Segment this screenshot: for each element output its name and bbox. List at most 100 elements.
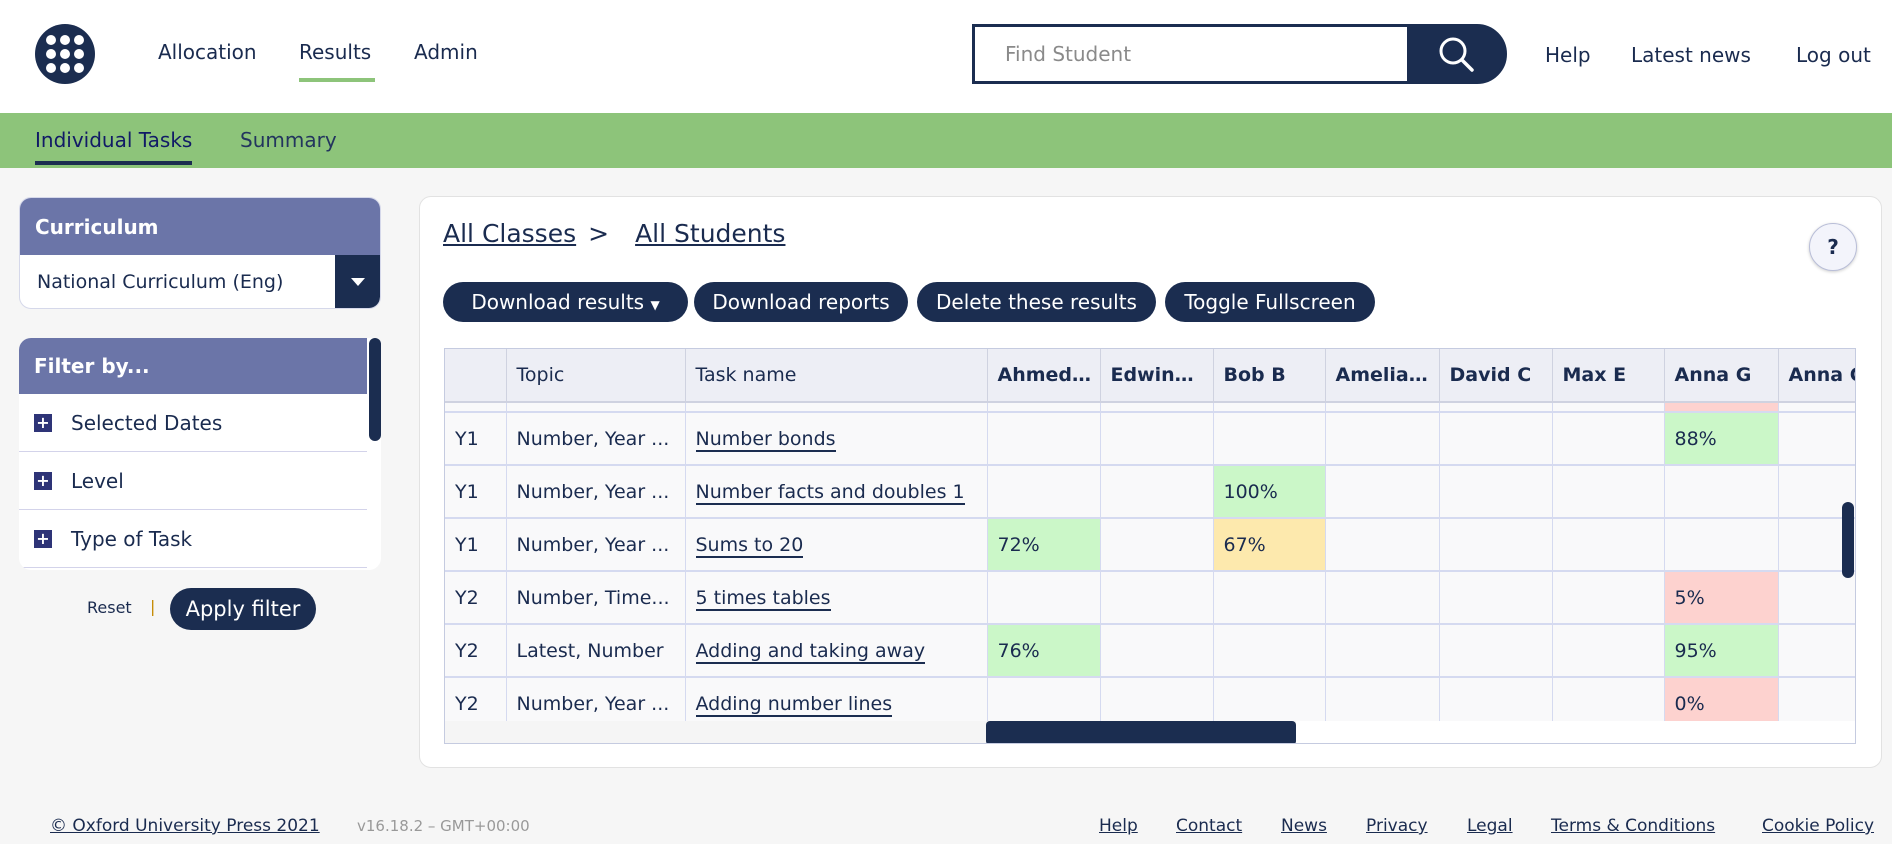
vertical-scrollbar-thumb[interactable] <box>1842 502 1854 578</box>
filter-scrollbar[interactable] <box>369 338 381 441</box>
score-cell[interactable]: 88% <box>1664 412 1779 466</box>
score-cell[interactable]: 72% <box>987 518 1101 572</box>
score-cell <box>1552 571 1665 625</box>
toggle-fullscreen-button[interactable]: Toggle Fullscreen <box>1165 282 1375 322</box>
score-cell <box>1439 412 1553 466</box>
score-cell <box>1552 412 1665 466</box>
score-cell[interactable]: 5% <box>1664 571 1779 625</box>
score-cell <box>1325 624 1440 678</box>
score-cell <box>1100 412 1214 466</box>
footer-terms-link[interactable]: Terms & Conditions <box>1551 816 1715 836</box>
column-header[interactable]: David C <box>1439 349 1553 403</box>
table-cell <box>445 402 507 413</box>
curriculum-select[interactable]: National Curriculum (Eng) <box>20 255 380 308</box>
horizontal-scrollbar-thumb[interactable] <box>986 721 1296 743</box>
column-header[interactable]: Max E <box>1552 349 1665 403</box>
footer-news-link[interactable]: News <box>1281 816 1327 836</box>
caret-down-icon[interactable] <box>335 255 380 308</box>
tab-individual-tasks[interactable]: Individual Tasks <box>35 128 193 165</box>
plus-icon: + <box>34 471 52 490</box>
footer-contact-link[interactable]: Contact <box>1176 816 1242 836</box>
score-cell[interactable]: 95% <box>1664 624 1779 678</box>
help-button[interactable]: ? <box>1809 223 1857 271</box>
table-row: Y1 Number, Year ... Number facts and doubl… <box>445 465 1855 519</box>
filter-item-level[interactable]: + Level <box>19 452 367 510</box>
task-link[interactable]: Adding number lines <box>695 692 893 717</box>
app-logo-icon[interactable] <box>35 24 95 84</box>
column-header[interactable]: Topic <box>506 349 686 403</box>
table-cell <box>1439 402 1553 413</box>
score-cell[interactable]: 67% <box>1213 518 1326 572</box>
column-header[interactable] <box>445 349 507 403</box>
reset-link[interactable]: Reset <box>87 598 132 617</box>
column-header[interactable]: Amelia… <box>1325 349 1440 403</box>
score-cell[interactable]: 100% <box>1213 465 1326 519</box>
logout-link[interactable]: Log out <box>1796 43 1871 67</box>
score-cell <box>1439 465 1553 519</box>
column-header[interactable]: Bob B <box>1213 349 1326 403</box>
copyright-link[interactable]: © Oxford University Press 2021 <box>50 816 320 836</box>
plus-icon: + <box>34 529 52 548</box>
filter-item-type-of-task[interactable]: + Type of Task <box>19 510 367 568</box>
task-link[interactable]: 5 times tables <box>695 586 831 611</box>
score-cell <box>987 465 1101 519</box>
table-cell <box>685 402 988 413</box>
topic-cell: Number, Year ... <box>506 412 686 466</box>
footer-help-link[interactable]: Help <box>1099 816 1138 836</box>
breadcrumb-all-students[interactable]: All Students <box>621 219 785 248</box>
task-link[interactable]: Number facts and doubles 1 <box>695 480 965 505</box>
download-reports-button[interactable]: Download reports <box>694 282 908 322</box>
score-cell <box>1100 571 1214 625</box>
topic-cell: Number, Time... <box>506 571 686 625</box>
year-cell: Y1 <box>445 465 507 519</box>
table-row: Y1 Number, Year ... Sums to 20 72% 67% <box>445 518 1855 572</box>
filter-item-selected-dates[interactable]: + Selected Dates <box>19 394 367 452</box>
filter-title: Filter by... <box>19 338 367 394</box>
task-link[interactable]: Adding and taking away <box>695 639 926 664</box>
caret-down-icon: ▼ <box>650 298 660 312</box>
download-results-label: Download results <box>471 290 645 314</box>
year-cell: Y1 <box>445 518 507 572</box>
column-header[interactable]: Anna C <box>1778 349 1855 403</box>
table-row: Y2 Number, Time... 5 times tables 5% <box>445 571 1855 625</box>
plus-icon: + <box>34 413 52 432</box>
column-header[interactable]: Edwin… <box>1100 349 1214 403</box>
score-cell <box>1439 571 1553 625</box>
score-cell <box>1325 571 1440 625</box>
footer-privacy-link[interactable]: Privacy <box>1366 816 1428 836</box>
table-cell <box>506 402 686 413</box>
help-link[interactable]: Help <box>1545 43 1591 67</box>
topic-cell: Number, Year ... <box>506 518 686 572</box>
score-cell <box>987 412 1101 466</box>
version-text: v16.18.2 – GMT+00:00 <box>357 817 530 835</box>
score-cell <box>1213 624 1326 678</box>
search-button[interactable] <box>1407 27 1504 81</box>
breadcrumb-all-classes[interactable]: All Classes <box>443 219 576 248</box>
column-header[interactable]: Task name <box>685 349 988 403</box>
download-results-button[interactable]: Download results ▼ <box>443 282 688 322</box>
task-link[interactable]: Number bonds <box>695 427 836 452</box>
apply-filter-button[interactable]: Apply filter <box>170 588 316 630</box>
score-cell <box>1100 624 1214 678</box>
table-cell <box>1552 402 1665 413</box>
task-link[interactable]: Sums to 20 <box>695 533 804 558</box>
table-cell <box>987 402 1101 413</box>
footer-legal-link[interactable]: Legal <box>1467 816 1513 836</box>
column-header[interactable]: Ahmed… <box>987 349 1101 403</box>
search-input[interactable] <box>975 27 1407 81</box>
footer-cookie-policy-link[interactable]: Cookie Policy <box>1762 816 1874 836</box>
table-cell <box>1664 402 1779 413</box>
column-header[interactable]: Anna G <box>1664 349 1779 403</box>
tab-summary[interactable]: Summary <box>240 128 337 152</box>
score-cell[interactable]: 76% <box>987 624 1101 678</box>
table-row: Y2 Latest, Number Adding and taking away 76… <box>445 624 1855 678</box>
nav-admin[interactable]: Admin <box>414 40 478 64</box>
delete-results-button[interactable]: Delete these results <box>917 282 1156 322</box>
nav-allocation[interactable]: Allocation <box>158 40 257 64</box>
nav-results[interactable]: Results <box>299 40 376 82</box>
table-cell <box>1100 402 1214 413</box>
score-cell <box>1325 412 1440 466</box>
latest-news-link[interactable]: Latest news <box>1631 43 1751 67</box>
results-table-container: Topic Task name Ahmed… Edwin… Bob B Amelia… Da… <box>444 348 1856 744</box>
year-cell: Y2 <box>445 571 507 625</box>
